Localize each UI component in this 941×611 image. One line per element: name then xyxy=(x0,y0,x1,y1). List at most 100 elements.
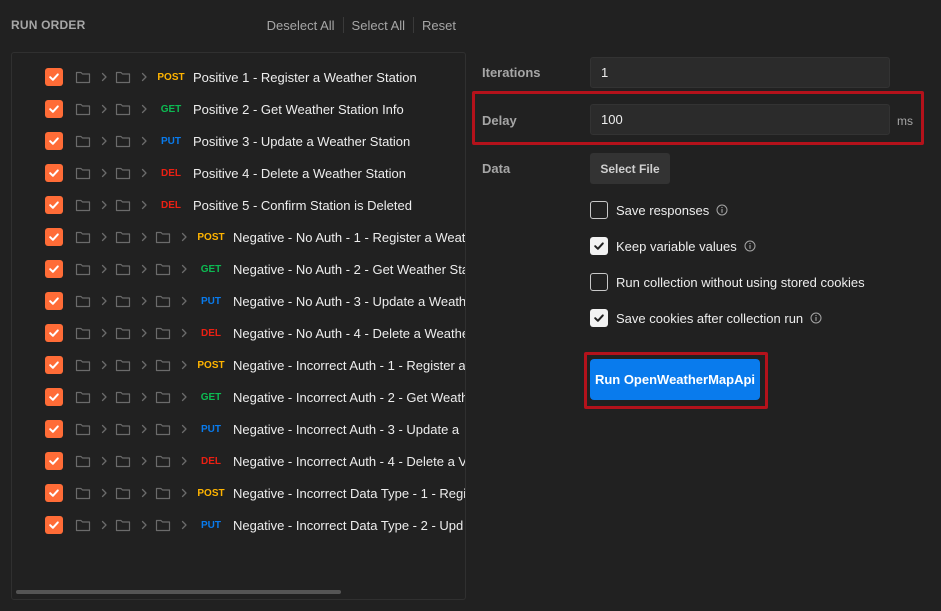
chevron-right-icon xyxy=(139,455,149,467)
chevron-right-icon xyxy=(99,263,109,275)
request-checkbox[interactable] xyxy=(45,452,63,470)
request-row[interactable]: DEL Negative - No Auth - 4 - Delete a Wea… xyxy=(12,317,465,349)
chevron-right-icon xyxy=(139,327,149,339)
deselect-all-button[interactable]: Deselect All xyxy=(259,18,343,33)
chevron-right-icon xyxy=(179,423,189,435)
option-save-responses[interactable]: Save responses xyxy=(590,200,728,220)
folder-icon xyxy=(75,422,91,436)
chevron-right-icon xyxy=(99,487,109,499)
option-save-cookies-after-collection-run[interactable]: Save cookies after collection run xyxy=(590,308,822,328)
chevron-right-icon xyxy=(99,71,109,83)
info-icon[interactable] xyxy=(744,240,756,252)
option-run-collection-without-using-stored-cookies[interactable]: Run collection without using stored cook… xyxy=(590,272,865,292)
chevron-right-icon xyxy=(139,487,149,499)
reset-button[interactable]: Reset xyxy=(414,18,464,33)
request-name: Negative - No Auth - 1 - Register a Weat… xyxy=(233,229,465,245)
method-badge: PUT xyxy=(201,423,221,435)
request-row[interactable]: DEL Negative - Incorrect Auth - 4 - Delet… xyxy=(12,445,465,477)
folder-icon xyxy=(155,486,171,500)
folder-icon xyxy=(75,518,91,532)
request-row[interactable]: GET Positive 2 - Get Weather Station Info xyxy=(12,93,465,125)
folder-icon xyxy=(75,486,91,500)
request-checkbox[interactable] xyxy=(45,516,63,534)
request-name: Positive 3 - Update a Weather Station xyxy=(193,133,411,149)
folder-icon xyxy=(115,454,131,468)
method-badge: DEL xyxy=(161,199,181,211)
request-checkbox[interactable] xyxy=(45,68,63,86)
request-row[interactable]: DEL Positive 4 - Delete a Weather Station xyxy=(12,157,465,189)
save-responses-checkbox[interactable] xyxy=(590,201,608,219)
request-name: Negative - No Auth - 3 - Update a Weath xyxy=(233,293,465,309)
request-checkbox[interactable] xyxy=(45,260,63,278)
request-checkbox[interactable] xyxy=(45,228,63,246)
option-keep-variable-values[interactable]: Keep variable values xyxy=(590,236,756,256)
request-checkbox[interactable] xyxy=(45,132,63,150)
request-checkbox[interactable] xyxy=(45,356,63,374)
request-row[interactable]: GET Negative - Incorrect Auth - 2 - Get W… xyxy=(12,381,465,413)
chevron-right-icon xyxy=(179,327,189,339)
request-checkbox[interactable] xyxy=(45,100,63,118)
run-settings: Iterations 1 Delay 100 ms Data Select Fi… xyxy=(470,0,941,611)
save-cookies-after-collection-run-checkbox[interactable] xyxy=(590,309,608,327)
chevron-right-icon xyxy=(139,263,149,275)
info-icon[interactable] xyxy=(716,204,728,216)
request-name: Negative - No Auth - 2 - Get Weather Sta xyxy=(233,261,465,277)
chevron-right-icon xyxy=(99,327,109,339)
delay-input[interactable]: 100 xyxy=(590,104,890,135)
request-row[interactable]: DEL Positive 5 - Confirm Station is Delet… xyxy=(12,189,465,221)
folder-icon xyxy=(115,262,131,276)
request-row[interactable]: PUT Negative - Incorrect Auth - 3 - Updat… xyxy=(12,413,465,445)
chevron-right-icon xyxy=(99,199,109,211)
chevron-right-icon xyxy=(139,231,149,243)
chevron-right-icon xyxy=(179,359,189,371)
folder-icon xyxy=(115,166,131,180)
request-checkbox[interactable] xyxy=(45,420,63,438)
folder-icon xyxy=(115,198,131,212)
folder-icon xyxy=(75,454,91,468)
horizontal-scrollbar[interactable] xyxy=(16,590,341,594)
request-row[interactable]: PUT Negative - Incorrect Data Type - 2 - … xyxy=(12,509,465,541)
request-row[interactable]: PUT Negative - No Auth - 3 - Update a Wea… xyxy=(12,285,465,317)
chevron-right-icon xyxy=(139,359,149,371)
request-row[interactable]: POST Negative - Incorrect Auth - 1 - Regi… xyxy=(12,349,465,381)
request-checkbox[interactable] xyxy=(45,484,63,502)
keep-variable-values-checkbox[interactable] xyxy=(590,237,608,255)
chevron-right-icon xyxy=(99,423,109,435)
chevron-right-icon xyxy=(99,295,109,307)
folder-icon xyxy=(155,230,171,244)
select-all-button[interactable]: Select All xyxy=(344,18,413,33)
chevron-right-icon xyxy=(99,359,109,371)
info-icon[interactable] xyxy=(810,312,822,324)
folder-icon xyxy=(115,326,131,340)
folder-icon xyxy=(115,422,131,436)
chevron-right-icon xyxy=(179,263,189,275)
request-row[interactable]: POST Negative - Incorrect Data Type - 1 -… xyxy=(12,477,465,509)
request-row[interactable]: POST Negative - No Auth - 1 - Register a … xyxy=(12,221,465,253)
request-row[interactable]: POST Positive 1 - Register a Weather Stat… xyxy=(12,61,465,93)
select-file-button[interactable]: Select File xyxy=(590,153,670,184)
data-label: Data xyxy=(482,161,511,176)
request-row[interactable]: GET Negative - No Auth - 2 - Get Weather … xyxy=(12,253,465,285)
chevron-right-icon xyxy=(179,231,189,243)
chevron-right-icon xyxy=(139,71,149,83)
request-name: Positive 2 - Get Weather Station Info xyxy=(193,101,404,117)
run-collection-without-using-stored-cookies-checkbox[interactable] xyxy=(590,273,608,291)
run-collection-button[interactable]: Run OpenWeatherMapApi xyxy=(590,359,760,400)
folder-icon xyxy=(75,198,91,212)
run-order-header: RUN ORDER Deselect All Select All Reset xyxy=(0,0,470,52)
request-checkbox[interactable] xyxy=(45,324,63,342)
iterations-input[interactable]: 1 xyxy=(590,57,890,88)
request-checkbox[interactable] xyxy=(45,388,63,406)
request-row[interactable]: PUT Positive 3 - Update a Weather Station xyxy=(12,125,465,157)
chevron-right-icon xyxy=(139,295,149,307)
request-checkbox[interactable] xyxy=(45,292,63,310)
chevron-right-icon xyxy=(99,231,109,243)
method-badge: PUT xyxy=(201,519,221,531)
method-badge: GET xyxy=(200,391,222,403)
request-checkbox[interactable] xyxy=(45,196,63,214)
method-badge: DEL xyxy=(201,455,221,467)
request-checkbox[interactable] xyxy=(45,164,63,182)
chevron-right-icon xyxy=(179,519,189,531)
folder-icon xyxy=(155,518,171,532)
request-name: Negative - Incorrect Auth - 3 - Update a xyxy=(233,421,460,437)
